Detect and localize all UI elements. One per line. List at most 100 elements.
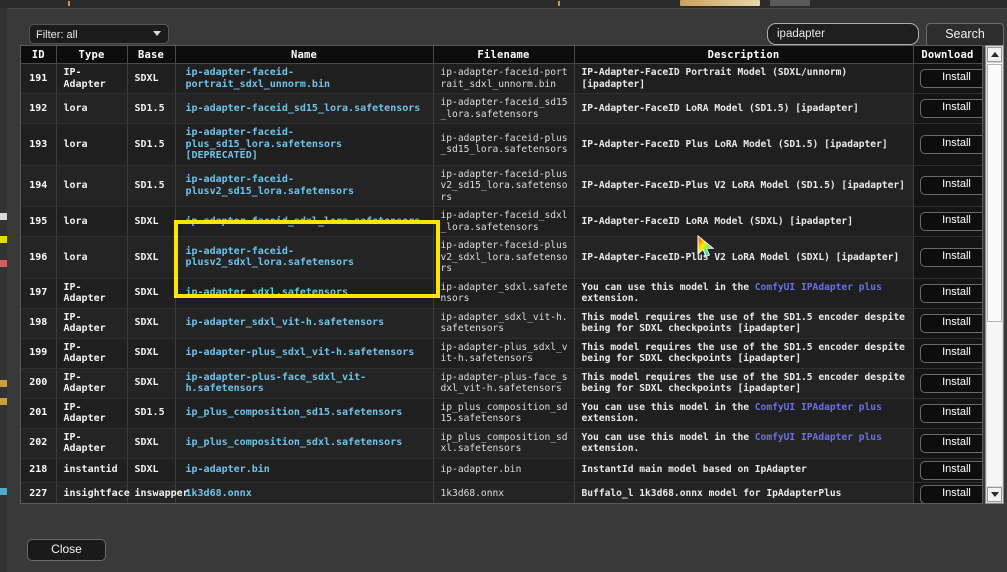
scroll-up-arrow-icon[interactable]	[987, 47, 1002, 62]
cell-description: Buffalo_l 1k3d68.onnx model for IpAdapte…	[574, 482, 914, 503]
cell-description: IP-Adapter-FaceID-Plus V2 LoRA Model (SD…	[574, 236, 914, 279]
cell-filename: ip-adapter-faceid-plusv2_sd15_lora.safet…	[433, 165, 575, 207]
close-button[interactable]: Close	[27, 539, 106, 561]
cell-download: Install	[913, 482, 982, 503]
cell-name-link[interactable]: ip_plus_composition_sd15.safetensors	[175, 398, 434, 429]
cell-download: Install	[913, 368, 982, 399]
table-row[interactable]: 191 IP-Adapter SDXL ip-adapter-faceid-portr…	[21, 63, 982, 94]
install-button[interactable]: Install	[919, 313, 982, 333]
table-row[interactable]: 196 lora SDXL ip-adapter-faceid-plusv2_sdxl…	[21, 236, 982, 279]
table-row[interactable]: 202 IP-Adapter SDXL ip_plus_composition_sdx…	[21, 428, 982, 459]
install-button[interactable]: Install	[919, 69, 982, 88]
cell-filename: ip-adapter-faceid-plusv2_sdxl_lora.safet…	[433, 236, 575, 279]
cell-id: 197	[21, 278, 57, 309]
column-header-name[interactable]: Name	[175, 46, 434, 64]
table-row[interactable]: 218 instantid SDXL ip-adapter.bin ip-adapter…	[21, 458, 982, 483]
cell-base: SDXL	[127, 206, 176, 237]
cell-download: Install	[913, 278, 982, 309]
cell-name-link[interactable]: ip-adapter_sdxl_vit-h.safetensors	[175, 308, 434, 339]
cell-description: IP-Adapter-FaceID Plus LoRA Model (SD1.5…	[574, 123, 914, 166]
cell-type: IP-Adapter	[56, 428, 128, 459]
cell-filename: ip_plus_composition_sdxl.safetensors	[433, 428, 575, 459]
cell-base: SDXL	[127, 236, 176, 279]
description-link[interactable]: ComfyUI IPAdapter plus	[755, 402, 882, 413]
cell-name-link[interactable]: ip-adapter-faceid_sd15_lora.safetensors	[175, 93, 434, 124]
table-row[interactable]: 192 lora SD1.5 ip-adapter-faceid_sd15_lora.…	[21, 93, 982, 124]
host-app-top-strip	[0, 0, 1007, 9]
column-header-description[interactable]: Description	[574, 46, 914, 64]
cell-name-link[interactable]: ip-adapter-plus-face_sdxl_vit-h.safetens…	[175, 368, 434, 399]
cell-description: You can use this model in the ComfyUI IP…	[574, 398, 914, 429]
install-button[interactable]: Install	[919, 212, 982, 231]
cell-filename: ip-adapter_sdxl_vit-h.safetensors	[433, 308, 575, 339]
cell-description: You can use this model in the ComfyUI IP…	[574, 428, 914, 459]
table-row[interactable]: 201 IP-Adapter SD1.5 ip_plus_composition_sd…	[21, 398, 982, 429]
cell-name-link[interactable]: ip-adapter-plus_sdxl_vit-h.safetensors	[175, 338, 434, 369]
install-button[interactable]: Install	[919, 99, 982, 118]
cell-download: Install	[913, 165, 982, 207]
cell-type: IP-Adapter	[56, 63, 128, 94]
cell-type: lora	[56, 165, 128, 207]
cell-name-link[interactable]: ip_plus_composition_sdxl.safetensors	[175, 428, 434, 459]
cell-id: 191	[21, 63, 57, 94]
cell-base: SDXL	[127, 368, 176, 399]
install-button[interactable]: Install	[919, 247, 982, 267]
install-button[interactable]: Install	[919, 373, 982, 393]
table-row[interactable]: 199 IP-Adapter SDXL ip-adapter-plus_sdxl_vi…	[21, 338, 982, 369]
cell-name-link[interactable]: ip-adapter_sdxl.safetensors	[175, 278, 434, 309]
description-link[interactable]: ComfyUI IPAdapter plus	[755, 282, 882, 293]
install-button[interactable]: Install	[919, 176, 982, 196]
install-button[interactable]: Install	[919, 433, 982, 453]
cell-id: 193	[21, 123, 57, 166]
cell-id: 218	[21, 458, 57, 483]
filter-select-label: Filter: all	[36, 29, 78, 41]
table-row[interactable]: 195 lora SDXL ip-adapter-faceid_sdxl_lora.s…	[21, 206, 982, 237]
scrollbar-thumb[interactable]	[987, 64, 1002, 322]
cell-type: IP-Adapter	[56, 398, 128, 429]
filter-select[interactable]: Filter: all	[29, 24, 169, 44]
cell-type: IP-Adapter	[56, 368, 128, 399]
cell-filename: ip_plus_composition_sd15.safetensors	[433, 398, 575, 429]
cell-name-link[interactable]: ip-adapter-faceid-portrait_sdxl_unnorm.b…	[175, 63, 434, 94]
table-row[interactable]: 193 lora SD1.5 ip-adapter-faceid-plus_sd15_…	[21, 123, 982, 166]
install-button[interactable]: Install	[919, 484, 982, 503]
search-button[interactable]: Search	[926, 23, 1004, 47]
model-manager-dialog: Filter: all Search ID Type Base Name Fil…	[7, 9, 1007, 572]
table-row[interactable]: 194 lora SD1.5 ip-adapter-faceid-plusv2_sd1…	[21, 165, 982, 207]
cell-type: lora	[56, 206, 128, 237]
cell-base: SDXL	[127, 428, 176, 459]
cell-base: SD1.5	[127, 165, 176, 207]
install-button[interactable]: Install	[919, 134, 982, 154]
cell-description: This model requires the use of the SD1.5…	[574, 338, 914, 369]
cell-id: 201	[21, 398, 57, 429]
column-header-base[interactable]: Base	[127, 46, 176, 64]
cell-name-link[interactable]: ip-adapter.bin	[175, 458, 434, 483]
table-row[interactable]: 200 IP-Adapter SDXL ip-adapter-plus-face_sd…	[21, 368, 982, 399]
table-row[interactable]: 197 IP-Adapter SDXL ip-adapter_sdxl.safeten…	[21, 278, 982, 309]
cell-id: 198	[21, 308, 57, 339]
cell-name-link[interactable]: ip-adapter-faceid_sdxl_lora.safetensors	[175, 206, 434, 237]
cell-name-link[interactable]: ip-adapter-faceid-plus_sd15_lora.safeten…	[175, 123, 434, 166]
search-input[interactable]	[767, 23, 919, 45]
install-button[interactable]: Install	[919, 283, 982, 303]
install-button[interactable]: Install	[919, 343, 982, 363]
description-link[interactable]: ComfyUI IPAdapter plus	[755, 432, 882, 443]
install-button[interactable]: Install	[919, 403, 982, 423]
cell-download: Install	[913, 93, 982, 124]
vertical-scrollbar[interactable]	[985, 45, 1004, 504]
cell-name-link[interactable]: 1k3d68.onnx	[175, 482, 434, 503]
column-header-type[interactable]: Type	[56, 46, 128, 64]
install-button[interactable]: Install	[919, 460, 982, 480]
column-header-filename[interactable]: Filename	[433, 46, 575, 64]
table-row[interactable]: 198 IP-Adapter SDXL ip-adapter_sdxl_vit-h.s…	[21, 308, 982, 339]
cell-filename: ip-adapter-plus_sdxl_vit-h.safetensors	[433, 338, 575, 369]
cell-name-link[interactable]: ip-adapter-faceid-plusv2_sd15_lora.safet…	[175, 165, 434, 207]
cell-base: SD1.5	[127, 398, 176, 429]
table-row[interactable]: 227 insightface inswapper 1k3d68.onnx 1k3d68…	[21, 482, 982, 503]
cell-filename: ip-adapter-faceid_sd15_lora.safetensors	[433, 93, 575, 124]
column-header-download[interactable]: Download	[913, 46, 982, 64]
cell-base: SD1.5	[127, 93, 176, 124]
scroll-down-arrow-icon[interactable]	[987, 487, 1002, 502]
cell-name-link[interactable]: ip-adapter-faceid-plusv2_sdxl_lora.safet…	[175, 236, 434, 279]
column-header-id[interactable]: ID	[21, 46, 57, 64]
